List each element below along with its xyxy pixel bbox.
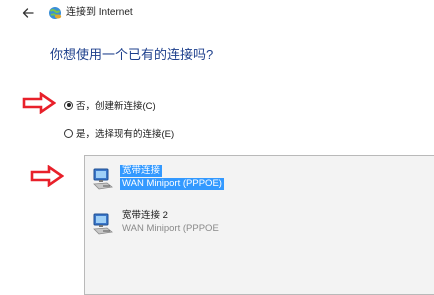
connection-name: 宽带连接: [120, 165, 163, 177]
option-use-existing-connection[interactable]: 是，选择现有的连接(E): [64, 126, 174, 140]
connection-device: WAN Miniport (PPPOE: [122, 223, 219, 234]
red-arrow-annotation-icon: [22, 92, 56, 114]
blurred-region: [240, 220, 434, 236]
back-arrow-icon[interactable]: [20, 5, 36, 21]
option-label: 否，创建新连接(C): [76, 101, 156, 112]
title-bar: 连接到 Internet: [0, 0, 434, 26]
connection-list[interactable]: 宽带连接 WAN Miniport (PPPOE) 宽带连接 2 WAN Min…: [84, 155, 434, 295]
radio-button-unselected[interactable]: [64, 128, 73, 138]
radio-button-selected[interactable]: [64, 100, 73, 110]
list-item-broadband-connection-2[interactable]: 宽带连接 2 WAN Miniport (PPPOE: [90, 208, 434, 242]
option-label: 是，选择现有的连接(E): [76, 129, 175, 140]
option-create-new-connection[interactable]: 否，创建新连接(C): [64, 98, 156, 112]
globe-network-icon: [49, 7, 62, 19]
connection-name: 宽带连接 2: [122, 210, 168, 221]
page-question: 你想使用一个已有的连接吗?: [50, 47, 214, 62]
network-connection-icon: [93, 168, 113, 190]
network-connection-icon: [93, 213, 113, 235]
connection-device: WAN Miniport (PPPOE): [120, 178, 224, 190]
list-item-broadband-connection[interactable]: 宽带连接 WAN Miniport (PPPOE): [90, 163, 290, 197]
window-title: 连接到 Internet: [66, 7, 133, 18]
red-arrow-annotation-icon: [30, 165, 64, 187]
